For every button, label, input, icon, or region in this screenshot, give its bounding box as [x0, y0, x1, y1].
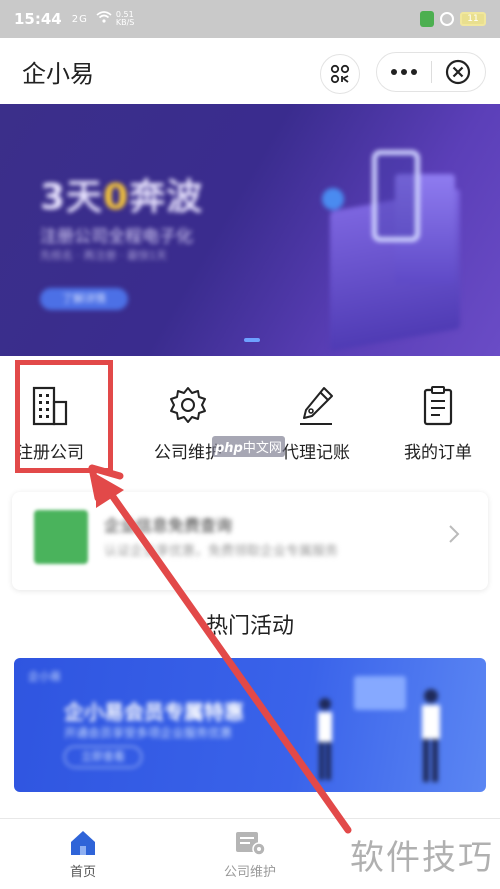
- status-time: 15:44: [14, 10, 62, 28]
- presenter-illustration: [422, 689, 440, 782]
- wifi-icon: [96, 11, 112, 27]
- banner-subtitle: 注册公司全程电子化: [40, 227, 193, 247]
- activity-banner[interactable]: 企小易 企小易会员专属特惠 开通会员享受多项企业服务优惠 立即查看: [14, 658, 486, 792]
- document-gear-icon: [236, 832, 266, 856]
- promo-card[interactable]: 企业信息免费查询 认证企业享优惠，免费领取企业专属服务: [12, 492, 488, 590]
- banner-headline-zero: 0: [103, 177, 130, 218]
- battery-icon: 11: [460, 12, 486, 26]
- person-illustration: [318, 698, 332, 780]
- phone-illustration: [372, 150, 420, 242]
- tab-home[interactable]: 首页: [33, 829, 133, 880]
- app-title: 企小易: [22, 59, 94, 88]
- banner-cta-button[interactable]: 了解详情: [40, 288, 128, 310]
- promo-title: 企业信息免费查询: [104, 516, 233, 535]
- tab-maintenance-label: 公司维护: [223, 865, 276, 880]
- activity-button[interactable]: 立即查看: [64, 746, 142, 768]
- check-badge-icon: [322, 188, 344, 210]
- php-watermark-logo: php: [215, 441, 243, 456]
- alarm-icon: [440, 12, 454, 26]
- banner-headline: 3天0奔波: [40, 168, 203, 220]
- carousel-indicator: [244, 338, 260, 342]
- software-tips-watermark: 软件技巧: [350, 838, 494, 878]
- menu-item-my-orders[interactable]: 我的订单: [388, 384, 488, 463]
- chevron-right-icon: [448, 524, 460, 550]
- close-button[interactable]: [431, 59, 485, 85]
- activity-subtitle: 开通会员享受多项企业服务优惠: [64, 726, 233, 740]
- close-icon: [446, 59, 471, 85]
- scan-icon: [330, 64, 350, 84]
- tab-home-label: 首页: [69, 865, 96, 880]
- pen-icon: [300, 387, 333, 425]
- signal-indicator: 2G: [71, 13, 88, 25]
- promo-subtitle: 认证企业享优惠，免费领取企业专属服务: [104, 544, 339, 559]
- banner-headline-post: 奔波: [129, 177, 204, 218]
- gear-icon: [170, 387, 206, 423]
- more-button[interactable]: [377, 52, 431, 92]
- tab-company-maintenance[interactable]: 公司维护: [200, 829, 300, 880]
- status-bar: 15:44 2G 0.51 KB/S 11: [0, 0, 500, 38]
- activity-badge: 企小易: [28, 670, 61, 683]
- scan-button[interactable]: [320, 54, 360, 94]
- home-icon: [71, 831, 95, 855]
- more-icon: [390, 69, 417, 75]
- shield-icon: [420, 11, 434, 27]
- menu-item-label: 我的订单: [404, 443, 472, 463]
- banner-description: 先核名 · 再注册 · 最快1天: [40, 249, 167, 262]
- php-watermark: php中文网: [212, 436, 285, 457]
- presentation-board-illustration: [354, 676, 406, 710]
- section-title-hot-activities: 热门活动: [205, 614, 294, 639]
- banner-headline-pre: 3天: [40, 177, 104, 218]
- hero-banner[interactable]: 3天0奔波 注册公司全程电子化 先核名 · 再注册 · 最快1天 了解详情: [0, 104, 500, 356]
- promo-thumbnail: [34, 510, 88, 564]
- network-speed: 0.51 KB/S: [115, 10, 135, 27]
- capsule-menu: [376, 52, 486, 92]
- mini-program-header: 企小易: [0, 38, 500, 104]
- highlight-box: [15, 360, 113, 473]
- activity-title: 企小易会员专属特惠: [64, 700, 244, 724]
- php-watermark-text: 中文网: [242, 441, 282, 456]
- clipboard-icon: [423, 386, 453, 426]
